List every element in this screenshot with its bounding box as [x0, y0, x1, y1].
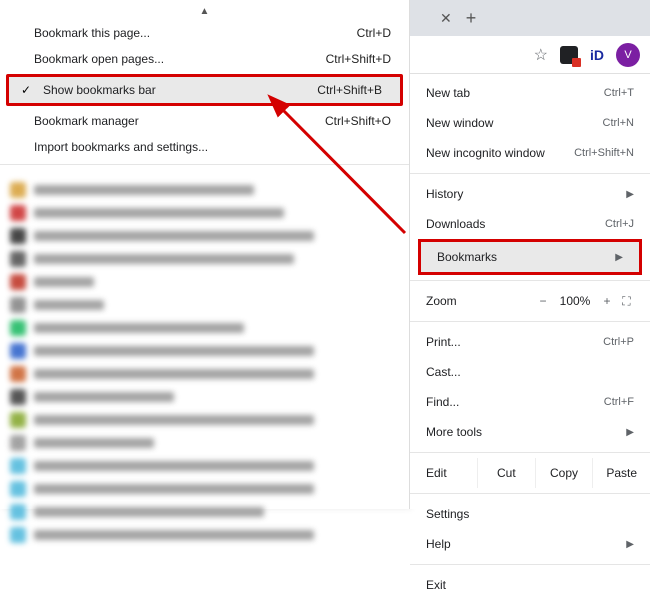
edit-row: Edit Cut Copy Paste	[410, 458, 650, 488]
print-item[interactable]: Print... Ctrl+P	[410, 327, 650, 357]
menu-label: Bookmark manager	[34, 114, 325, 128]
bookmark-open-pages-item[interactable]: Bookmark open pages... Ctrl+Shift+D	[0, 46, 409, 72]
edit-label: Edit	[410, 458, 477, 488]
annotation-red-box-submenu: ✓ Show bookmarks bar Ctrl+Shift+B	[6, 74, 403, 106]
history-item[interactable]: History ▶	[410, 179, 650, 209]
zoom-row: Zoom − 100% + ⛶	[410, 286, 650, 316]
menu-divider	[410, 452, 650, 453]
exit-item[interactable]: Exit	[410, 570, 650, 600]
menu-divider	[410, 321, 650, 322]
cast-item[interactable]: Cast...	[410, 357, 650, 387]
menu-divider	[410, 280, 650, 281]
find-item[interactable]: Find... Ctrl+F	[410, 387, 650, 417]
new-tab-item[interactable]: New tab Ctrl+T	[410, 78, 650, 108]
toolbar: ☆ iD V	[410, 36, 650, 74]
browser-main-menu-pane: ✕ + ☆ iD V New tab Ctrl+T New window Ctr…	[410, 0, 650, 509]
menu-divider	[0, 164, 409, 165]
bookmark-this-page-item[interactable]: Bookmark this page... Ctrl+D	[0, 20, 409, 46]
menu-shortcut: Ctrl+Shift+B	[317, 83, 382, 97]
more-tools-item[interactable]: More tools ▶	[410, 417, 650, 447]
chevron-right-icon: ▶	[626, 189, 634, 200]
extension-id-icon[interactable]: iD	[590, 47, 604, 63]
zoom-value: 100%	[554, 294, 596, 308]
fullscreen-icon[interactable]: ⛶	[618, 294, 636, 309]
zoom-in-button[interactable]: +	[596, 294, 618, 308]
blurred-bookmarks-list	[0, 169, 409, 546]
settings-item[interactable]: Settings	[410, 499, 650, 529]
bookmarks-item[interactable]: Bookmarks ▶	[421, 242, 639, 272]
scroll-up-icon[interactable]: ▲	[0, 6, 409, 20]
close-tab-icon[interactable]: ✕	[440, 10, 452, 27]
menu-divider	[410, 173, 650, 174]
import-bookmarks-item[interactable]: Import bookmarks and settings...	[0, 134, 409, 160]
avatar[interactable]: V	[616, 43, 640, 67]
menu-label: Import bookmarks and settings...	[34, 140, 391, 154]
menu-shortcut: Ctrl+D	[357, 26, 391, 40]
tab-strip: ✕ +	[410, 0, 650, 36]
menu-shortcut: Ctrl+Shift+O	[325, 114, 391, 128]
cut-button[interactable]: Cut	[477, 458, 535, 488]
menu-label: Bookmark open pages...	[34, 52, 326, 66]
menu-label: Show bookmarks bar	[43, 83, 317, 97]
bookmark-star-icon[interactable]: ☆	[534, 45, 548, 65]
new-tab-icon[interactable]: +	[466, 8, 477, 29]
copy-button[interactable]: Copy	[535, 458, 593, 488]
chevron-right-icon: ▶	[626, 539, 634, 550]
menu-label: Bookmark this page...	[34, 26, 357, 40]
chrome-main-menu: New tab Ctrl+T New window Ctrl+N New inc…	[410, 74, 650, 604]
bookmark-manager-item[interactable]: Bookmark manager Ctrl+Shift+O	[0, 108, 409, 134]
extension-icon[interactable]	[560, 46, 578, 64]
help-item[interactable]: Help ▶	[410, 529, 650, 559]
menu-shortcut: Ctrl+Shift+D	[326, 52, 391, 66]
annotation-red-box-bookmarks: Bookmarks ▶	[418, 239, 642, 275]
new-incognito-item[interactable]: New incognito window Ctrl+Shift+N	[410, 138, 650, 168]
chevron-right-icon: ▶	[626, 427, 634, 438]
zoom-out-button[interactable]: −	[532, 294, 554, 308]
downloads-item[interactable]: Downloads Ctrl+J	[410, 209, 650, 239]
menu-divider	[410, 564, 650, 565]
menu-divider	[410, 493, 650, 494]
chevron-right-icon: ▶	[615, 252, 623, 263]
show-bookmarks-bar-item[interactable]: ✓ Show bookmarks bar Ctrl+Shift+B	[9, 77, 400, 103]
paste-button[interactable]: Paste	[592, 458, 650, 488]
new-window-item[interactable]: New window Ctrl+N	[410, 108, 650, 138]
bookmarks-submenu: ▲ Bookmark this page... Ctrl+D Bookmark …	[0, 0, 409, 165]
check-icon: ✓	[21, 83, 31, 97]
bookmarks-submenu-pane: ▲ Bookmark this page... Ctrl+D Bookmark …	[0, 0, 410, 509]
